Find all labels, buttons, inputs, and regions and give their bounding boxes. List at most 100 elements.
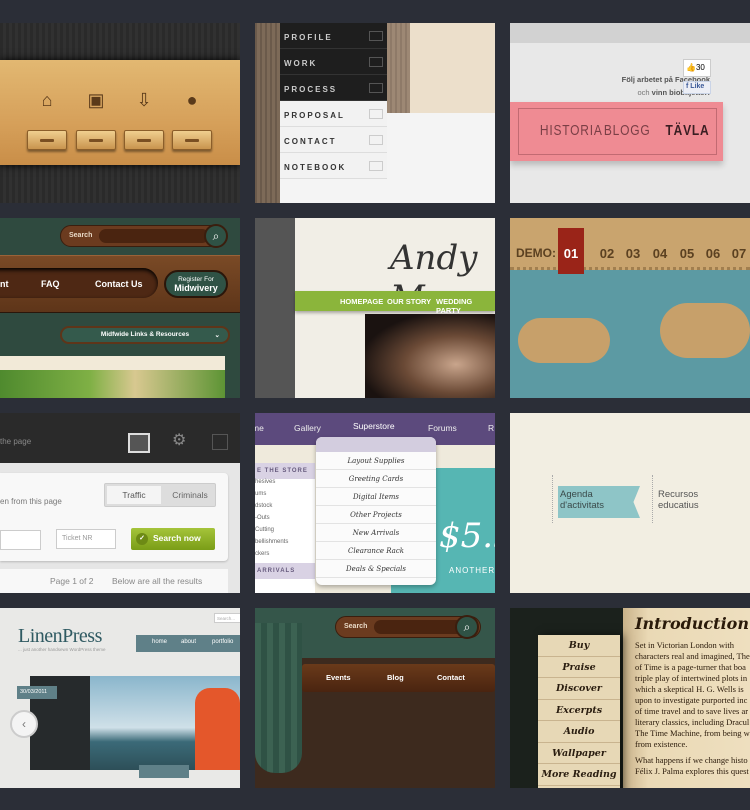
sidebar-item[interactable]: ckers <box>255 551 315 563</box>
nav-home[interactable]: home <box>152 639 167 645</box>
menu-item-notebook[interactable]: NOTEBOOK <box>280 153 387 179</box>
dropdown-item[interactable]: Other Projects <box>316 506 436 524</box>
nav-wedding-party[interactable]: WEDDING PARTY <box>436 297 495 315</box>
search-icon[interactable]: ⌕ <box>455 615 479 639</box>
tile-police-search: the page ⚙ en from this page Traffic Cri… <box>0 413 240 593</box>
nav-contact[interactable]: Contact <box>437 673 465 682</box>
nav-forums[interactable]: Forums <box>428 423 457 433</box>
nav-about[interactable]: about <box>181 639 196 645</box>
profile-icon[interactable] <box>128 433 150 453</box>
nav-contact-us[interactable]: Contact Us <box>95 279 143 289</box>
nav-faq[interactable]: FAQ <box>41 279 60 289</box>
menu-label: WORK <box>284 59 318 68</box>
dropdown-item[interactable]: New Arrivals <box>316 524 436 542</box>
tile-dark-menu: PROFILE WORK PROCESS PROPOSAL CONTACT NO… <box>255 23 495 203</box>
promo-text: ANOTHER <box>449 566 495 575</box>
nav-partial[interactable]: R <box>488 423 494 433</box>
tile-agenda: Agenda d'activitats Recursos educatius <box>510 413 750 593</box>
demo-07[interactable]: 07 <box>730 246 748 261</box>
menu-audio[interactable]: Audio <box>538 721 620 743</box>
text-input[interactable] <box>0 530 41 550</box>
menu-buy[interactable]: Buy <box>538 635 620 657</box>
demo-04[interactable]: 04 <box>651 246 669 261</box>
slider-dots[interactable] <box>139 765 189 778</box>
like-button[interactable]: f Like <box>683 81 711 94</box>
ticket-input[interactable]: Ticket NR <box>56 529 116 549</box>
nav-portfolio[interactable]: portfolio <box>212 639 233 645</box>
dropdown-item[interactable]: Digital Items <box>316 488 436 506</box>
search-input[interactable]: Search... <box>214 613 240 623</box>
demo-01[interactable]: 01 <box>562 246 580 261</box>
briefcase-icon[interactable]: ▣ <box>76 90 116 111</box>
sidebar-item[interactable]: dstock <box>255 503 315 515</box>
search-now-button[interactable]: ✓ Search now <box>131 528 215 550</box>
menu-item-proposal[interactable]: PROPOSAL <box>280 101 387 127</box>
menu-item-work[interactable]: WORK <box>280 49 387 75</box>
demo-05[interactable]: 05 <box>678 246 696 261</box>
ribbon-nav: HISTORIA BLOGG TÄVLA <box>510 102 723 161</box>
process-icon <box>369 83 383 93</box>
nav-home[interactable]: me <box>255 423 264 433</box>
menu-excerpts[interactable]: Excerpts <box>538 700 620 721</box>
nav-tavla[interactable]: TÄVLA <box>666 122 710 139</box>
dropdown-item[interactable]: Clearance Rack <box>316 542 436 560</box>
nav-historia[interactable]: HISTORIA <box>540 122 603 139</box>
beige-panel <box>410 23 495 113</box>
search-input[interactable] <box>99 229 209 243</box>
dropdown-item[interactable]: Deals & Specials <box>316 560 436 578</box>
links-dropdown[interactable]: Midfwide Links & Resources ⌄ <box>60 326 230 344</box>
menu-more-reading[interactable]: More Reading <box>538 764 620 786</box>
nav-agenda[interactable]: Agenda d'activitats <box>560 489 630 511</box>
tab-traffic[interactable]: Traffic <box>107 486 161 504</box>
tab-criminals[interactable]: Criminals <box>165 490 215 500</box>
tile-superstore: me Gallery Superstore Forums R E THE STO… <box>255 413 495 593</box>
menu-item-process[interactable]: PROCESS <box>280 75 387 101</box>
demo-03[interactable]: 03 <box>624 246 642 261</box>
sidebar-item[interactable]: Cutting <box>255 527 315 539</box>
upload-icon[interactable] <box>212 434 228 450</box>
nav-blog[interactable]: Blog <box>387 673 404 682</box>
tile-wood-drawers[interactable]: ⌂ ▣ ⇩ ● <box>0 23 240 203</box>
drawer-work[interactable] <box>76 130 116 150</box>
sidebar-item[interactable]: bellishments <box>255 539 315 551</box>
vertical-menu: PROFILE WORK PROCESS PROPOSAL CONTACT NO… <box>280 23 387 179</box>
drawer-about[interactable] <box>172 130 212 150</box>
dropdown-item[interactable]: Greeting Cards <box>316 470 436 488</box>
nav-homepage[interactable]: HOMEPAGE <box>340 297 383 306</box>
nav-blogg[interactable]: BLOGG <box>604 122 651 139</box>
menu-item-contact[interactable]: CONTACT <box>280 127 387 153</box>
nav-item-partial[interactable]: nt <box>0 279 9 289</box>
tile-midwife: Search ⌕ nt FAQ Contact Us Register For M… <box>0 218 240 398</box>
tile-book: Introduction Set in Victorian London wit… <box>510 608 750 788</box>
sidebar-item[interactable]: ums <box>255 491 315 503</box>
demo-label: DEMO: <box>516 246 556 260</box>
tile-pink-ribbon: Följ arbetet på Facebook och vinn biobil… <box>510 23 750 203</box>
heading: Introduction <box>635 614 749 633</box>
garden-photo <box>0 356 225 398</box>
menu-label: PROFILE <box>284 33 333 42</box>
drawer-download[interactable] <box>124 130 164 150</box>
dropdown-item[interactable]: Layout Supplies <box>316 452 436 470</box>
person-icon[interactable]: ● <box>172 90 212 111</box>
search-icon[interactable]: ⌕ <box>204 224 228 248</box>
drawer-home[interactable] <box>27 130 67 150</box>
menu-discover[interactable]: Discover <box>538 678 620 700</box>
demo-02[interactable]: 02 <box>598 246 616 261</box>
nav-our-story[interactable]: OUR STORY <box>387 297 431 306</box>
nav-events[interactable]: Events <box>326 673 351 682</box>
sidebar-item[interactable]: hesives <box>255 479 315 491</box>
menu-wallpaper[interactable]: Wallpaper <box>538 743 620 764</box>
nav-gallery[interactable]: Gallery <box>294 423 321 433</box>
register-button[interactable]: Register For Midwivery <box>164 270 228 298</box>
menu-item-profile[interactable]: PROFILE <box>280 23 387 49</box>
search-bar[interactable]: Search <box>60 225 226 247</box>
sidebar-item[interactable]: -Outs <box>255 515 315 527</box>
gear-icon[interactable]: ⚙ <box>172 430 186 450</box>
nav-recursos[interactable]: Recursos educatius <box>658 489 728 511</box>
nav-superstore[interactable]: Superstore <box>353 421 395 431</box>
chevron-left-icon[interactable]: ‹ <box>10 710 38 738</box>
download-document-icon[interactable]: ⇩ <box>124 90 164 111</box>
menu-praise[interactable]: Praise <box>538 657 620 678</box>
demo-06[interactable]: 06 <box>704 246 722 261</box>
home-icon[interactable]: ⌂ <box>27 90 67 111</box>
